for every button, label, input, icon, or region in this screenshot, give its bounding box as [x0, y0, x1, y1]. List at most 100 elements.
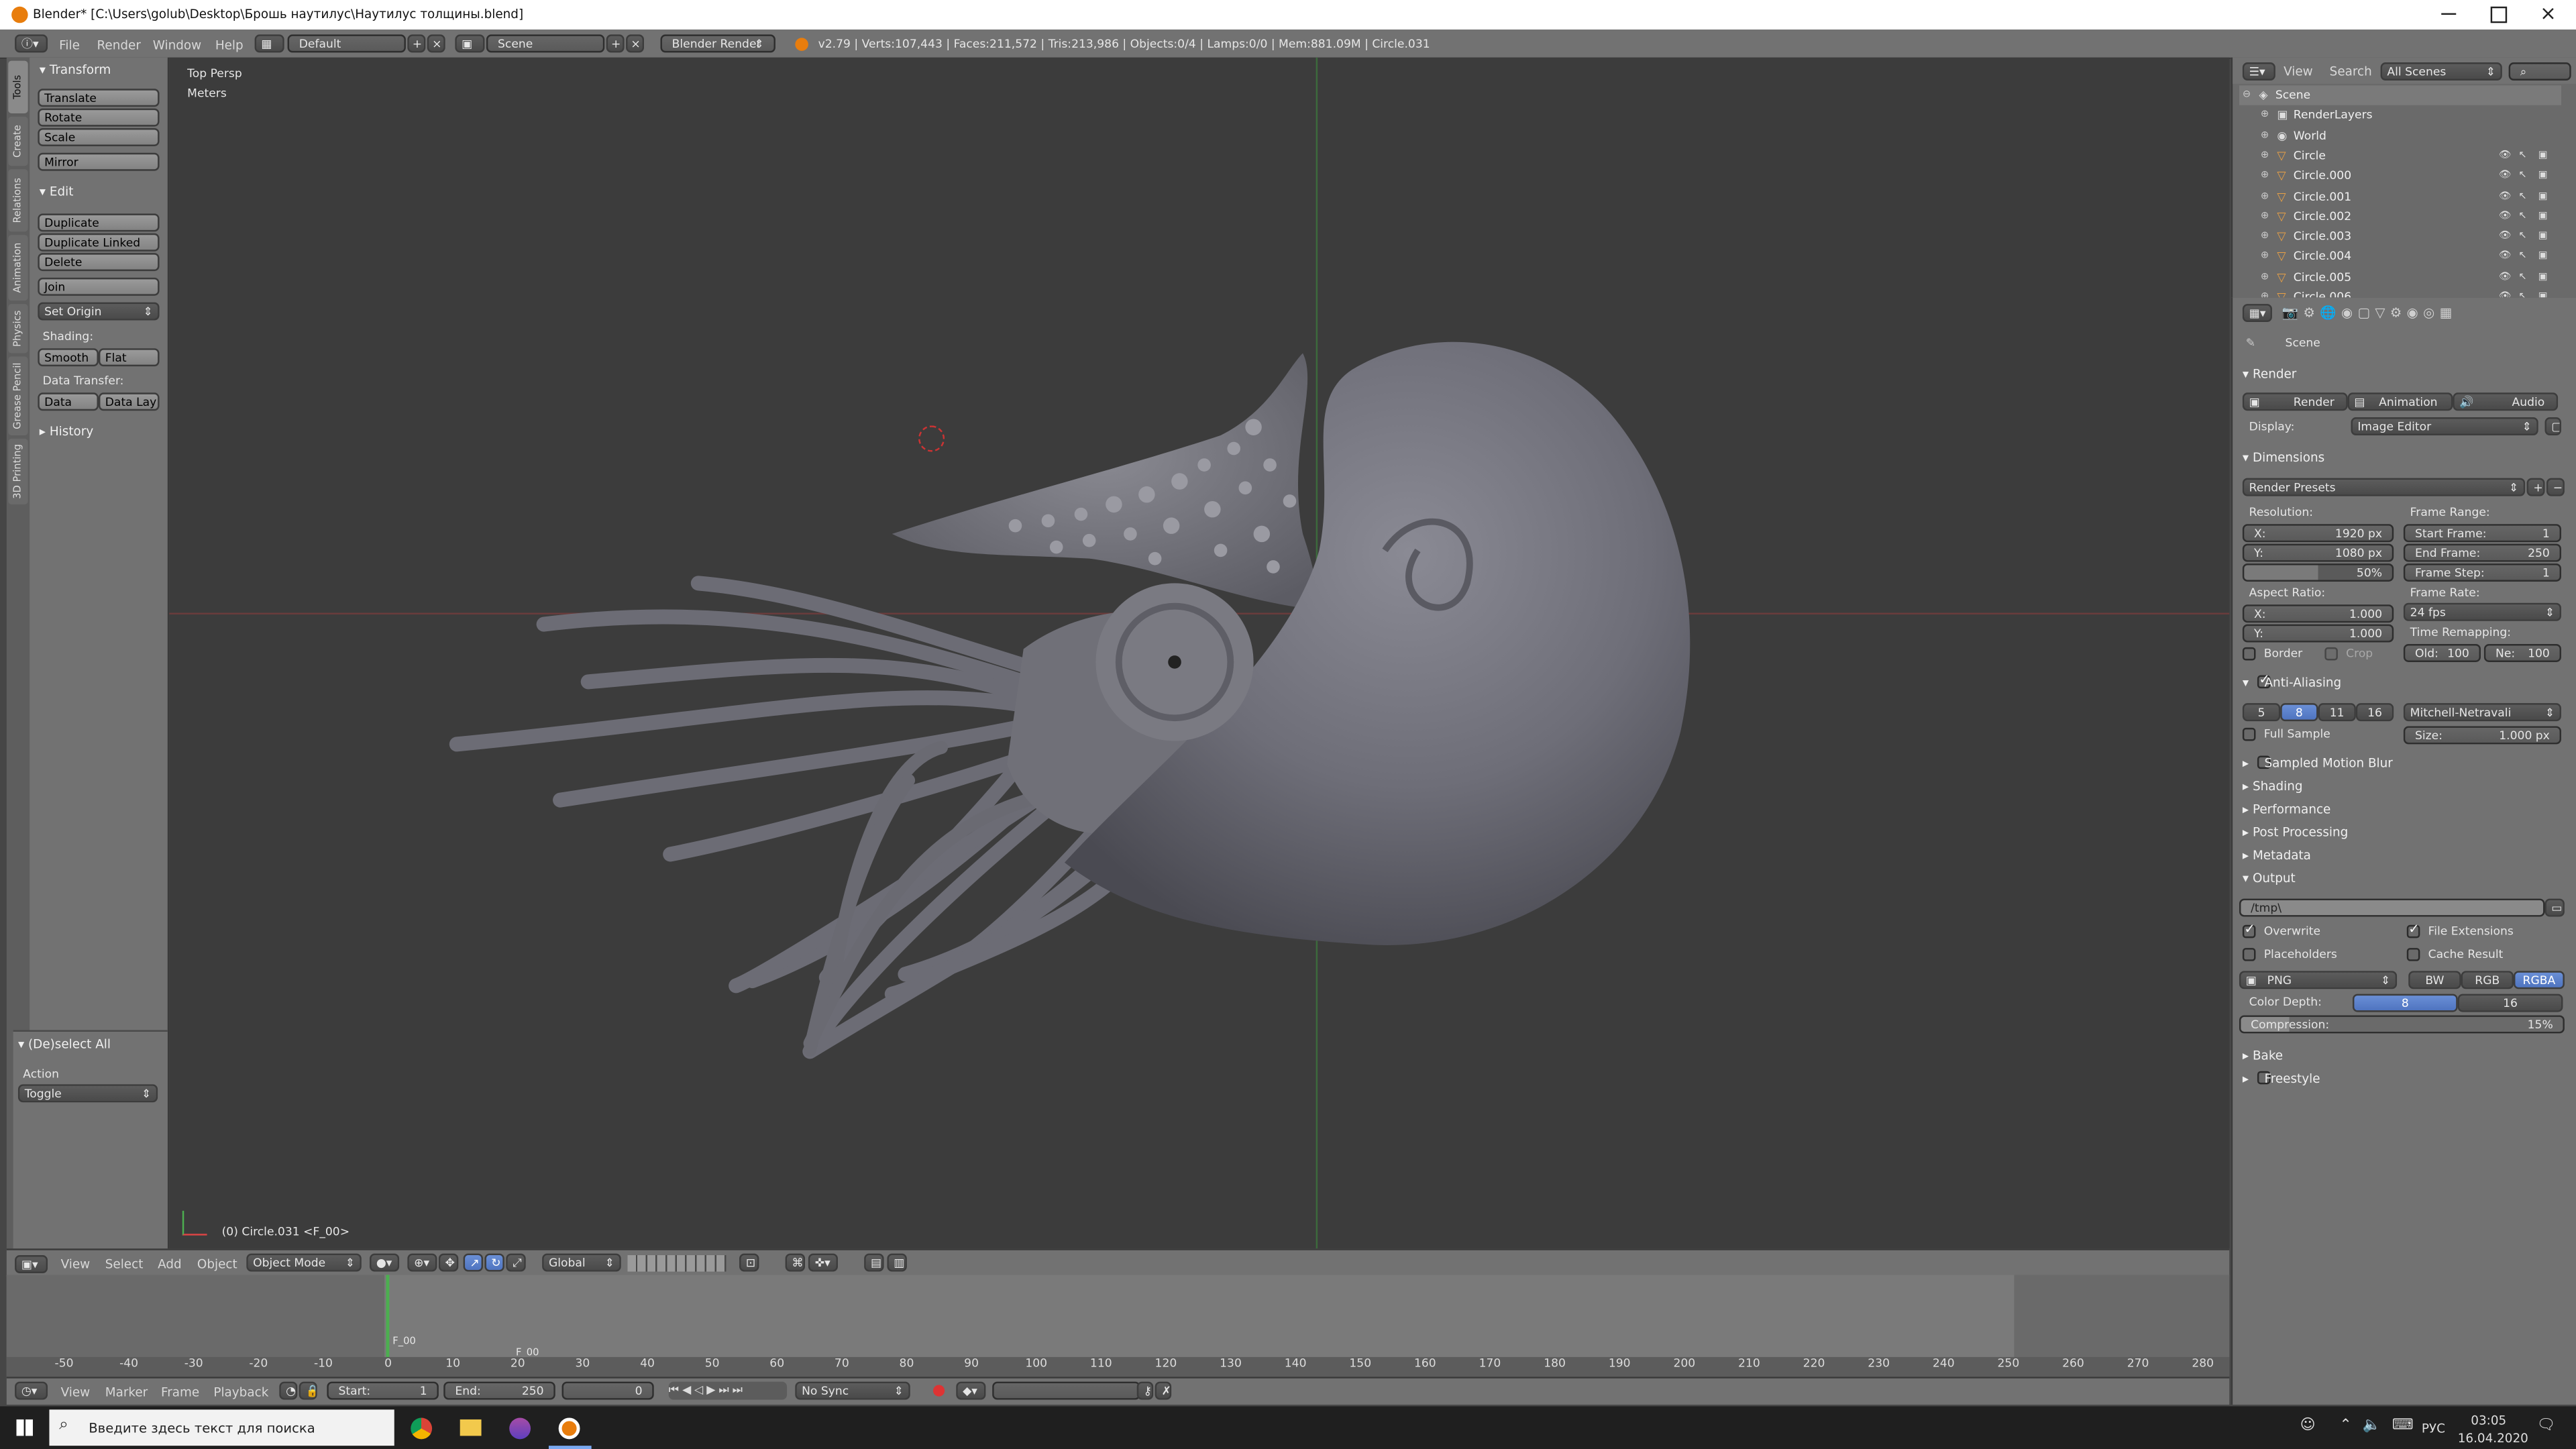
flat-button[interactable]: Flat	[98, 348, 160, 367]
outliner-row[interactable]: ⊕ ◉ World	[2239, 126, 2561, 146]
color-bw-button[interactable]: BW	[2408, 971, 2461, 989]
rotate-manip-button[interactable]: ↻	[484, 1253, 504, 1272]
data-lay-button[interactable]: Data Lay	[98, 392, 160, 411]
resolution-y-field[interactable]: Y: 1080 px	[2242, 543, 2394, 562]
expand-toggle-icon[interactable]: ⊕	[2261, 267, 2269, 286]
menu-select[interactable]: Select	[105, 1256, 144, 1271]
tool-tab-grease-pencil[interactable]: Grease Pencil	[8, 356, 28, 435]
keying-set-button[interactable]: ◆▾	[956, 1381, 986, 1400]
timeline-menu-playback[interactable]: Playback	[213, 1385, 268, 1400]
join-button[interactable]: Join	[38, 277, 160, 296]
tool-tab-physics[interactable]: Physics	[8, 304, 28, 354]
performance-header[interactable]: ▸ Performance	[2243, 802, 2330, 816]
eye-icon[interactable]: 👁	[2499, 227, 2512, 246]
app-icon[interactable]	[509, 1417, 531, 1440]
aa-sample-8[interactable]: 8	[2280, 703, 2318, 722]
editor-type-3d-button[interactable]: ▣▾	[15, 1255, 48, 1273]
cursor-select-icon[interactable]: ↖	[2518, 227, 2526, 246]
rotate-button[interactable]: Rotate	[38, 108, 160, 127]
expand-toggle-icon[interactable]: ⊕	[2261, 207, 2269, 226]
mode-select[interactable]: Object Mode ⇕	[246, 1253, 362, 1272]
output-header[interactable]: ▾ Output	[2243, 871, 2296, 885]
tool-tab-relations[interactable]: Relations	[8, 169, 28, 232]
depth-8-button[interactable]: 8	[2352, 994, 2458, 1012]
nautilus-model[interactable]	[169, 58, 2229, 1249]
sync-select[interactable]: No Sync ⇕	[795, 1381, 910, 1400]
edit-header[interactable]: ▾ Edit	[40, 184, 74, 199]
close-icon[interactable]: ×	[2540, 1, 2557, 24]
opengl-anim-button[interactable]: ▥	[887, 1253, 907, 1272]
language-indicator[interactable]: РУС	[2422, 1421, 2445, 1436]
output-folder-button[interactable]: ▭	[2544, 898, 2565, 917]
lock-camera-button[interactable]: ⊡	[739, 1253, 759, 1272]
smooth-button[interactable]: Smooth	[38, 348, 99, 367]
end-frame-field[interactable]: End: 250	[443, 1381, 555, 1400]
display-lock-button[interactable]: ▢	[2544, 417, 2561, 435]
outliner-search-field[interactable]: ⌕	[2508, 62, 2571, 81]
audio-button[interactable]: 🔊 Audio	[2453, 392, 2559, 411]
render-engine-select[interactable]: Blender Render ⇕	[660, 34, 775, 53]
outliner-row[interactable]: ⊕ ▽ Circle.000 👁 ↖ ▣	[2239, 166, 2561, 186]
eye-icon[interactable]: 👁	[2499, 146, 2512, 166]
cursor-select-icon[interactable]: ↖	[2518, 207, 2526, 226]
resolution-x-field[interactable]: X: 1920 px	[2242, 524, 2394, 543]
snap-toggle-button[interactable]: ⌘	[785, 1253, 806, 1272]
outliner-row[interactable]: ⊕ ▽ Circle 👁 ↖ ▣	[2239, 146, 2561, 166]
layout-field[interactable]: Default	[287, 34, 406, 53]
delete-button[interactable]: Delete	[38, 253, 160, 272]
duplicate-button[interactable]: Duplicate	[38, 213, 160, 232]
layers-grid[interactable]	[627, 1255, 727, 1272]
freestyle-header[interactable]: ▸ Freestyle	[2243, 1071, 2320, 1086]
pivot-button[interactable]: ⊕▾	[407, 1253, 437, 1272]
outliner-filter-select[interactable]: All Scenes ⇕	[2380, 62, 2502, 81]
keyframe-insert-button[interactable]: ⚷	[1136, 1381, 1154, 1400]
scene-icon-button[interactable]: ▣	[455, 34, 485, 53]
file-extensions-checkbox[interactable]	[2406, 922, 2420, 938]
outliner-row[interactable]: ⊖ ◈ Scene	[2239, 85, 2561, 105]
expand-toggle-icon[interactable]: ⊕	[2261, 146, 2269, 166]
timeline-menu-frame[interactable]: Frame	[161, 1385, 199, 1400]
scale-button[interactable]: Scale	[38, 128, 160, 146]
expand-toggle-icon[interactable]: ⊕	[2261, 126, 2269, 146]
menu-view[interactable]: View	[61, 1256, 91, 1271]
keyboard-icon[interactable]: ⌨	[2392, 1417, 2414, 1434]
layout-remove-button[interactable]: ×	[427, 34, 445, 53]
render-visibility-icon[interactable]: ▣	[2538, 267, 2548, 286]
outliner-row[interactable]: ⊕ ▣ RenderLayers	[2239, 105, 2561, 125]
frame-step-field[interactable]: Frame Step: 1	[2403, 564, 2561, 582]
scale-manip-button[interactable]: ⤢	[506, 1253, 526, 1272]
volume-icon[interactable]: 🔈	[2363, 1417, 2381, 1434]
cursor-select-icon[interactable]: ↖	[2518, 146, 2526, 166]
aa-size-field[interactable]: Size: 1.000 px	[2403, 726, 2561, 745]
color-rgba-button[interactable]: RGBA	[2513, 971, 2565, 989]
use-preview-range-button[interactable]: ◔	[279, 1381, 298, 1400]
output-path-field[interactable]: /tmp\	[2239, 898, 2545, 917]
timeline-menu-marker[interactable]: Marker	[105, 1385, 148, 1400]
chrome-icon[interactable]	[411, 1417, 433, 1440]
compression-field[interactable]: Compression: 15%	[2239, 1015, 2565, 1034]
history-header[interactable]: ▸ History	[40, 424, 93, 439]
taskbar-search-box[interactable]: ⌕ Введите здесь текст для поиска	[49, 1409, 394, 1446]
scene-field[interactable]: Scene	[486, 34, 605, 53]
menu-object[interactable]: Object	[197, 1256, 237, 1271]
viewport-3d[interactable]: Top Persp Meters (0) Circle.031 <F_00>	[169, 57, 2230, 1249]
shading-header[interactable]: ▸ Shading	[2243, 779, 2303, 794]
aspect-x-field[interactable]: X: 1.000	[2242, 604, 2394, 623]
aa-sample-16[interactable]: 16	[2355, 703, 2394, 722]
playback-controls[interactable]: ⏮◀◁▶⏭⏭	[668, 1381, 788, 1400]
expand-toggle-icon[interactable]: ⊖	[2243, 85, 2251, 105]
metadata-header[interactable]: ▸ Metadata	[2243, 848, 2311, 863]
expand-toggle-icon[interactable]: ⊕	[2261, 166, 2269, 186]
scene-add-button[interactable]: +	[606, 34, 625, 53]
menu-help[interactable]: Help	[215, 38, 244, 52]
clock-time[interactable]: 03:05	[2471, 1413, 2506, 1428]
eye-icon[interactable]: 👁	[2499, 267, 2512, 286]
orientation-select[interactable]: Global ⇕	[542, 1253, 621, 1272]
render-presets-select[interactable]: Render Presets ⇕	[2242, 478, 2526, 496]
border-checkbox[interactable]	[2242, 647, 2256, 661]
cursor-select-icon[interactable]: ↖	[2518, 267, 2526, 286]
bake-header[interactable]: ▸ Bake	[2243, 1048, 2283, 1063]
outliner-menu-view[interactable]: View	[2284, 64, 2313, 79]
duplicate-linked-button[interactable]: Duplicate Linked	[38, 233, 160, 252]
outliner-row[interactable]: ⊕ ▽ Circle.001 👁 ↖ ▣	[2239, 186, 2561, 206]
